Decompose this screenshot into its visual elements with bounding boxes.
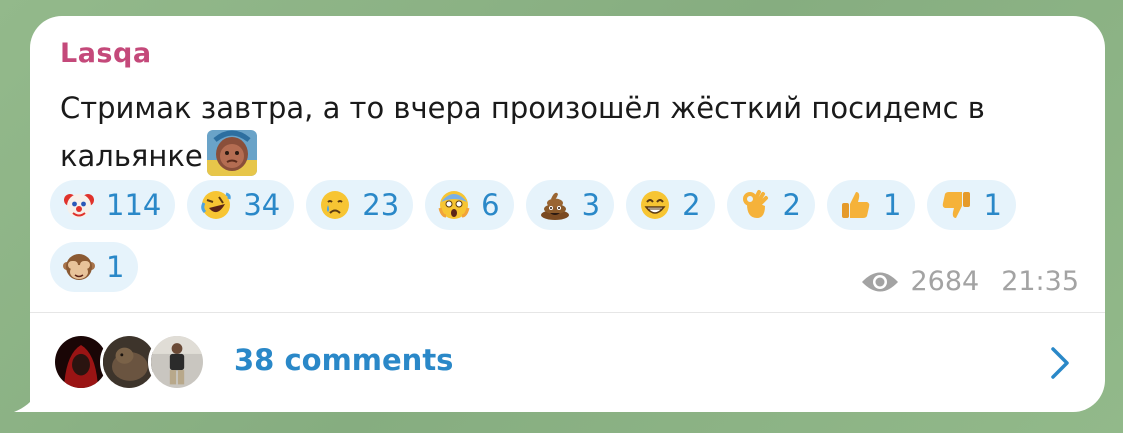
crying-face-icon — [321, 191, 350, 219]
reaction-count: 23 — [362, 188, 400, 222]
reaction-rofl[interactable]: 34 — [187, 180, 295, 230]
view-count: 2684 — [910, 266, 980, 297]
reaction-poo[interactable]: 3 — [525, 180, 615, 230]
comments-label: 38 comments — [234, 343, 454, 377]
message-bubble: Lasqa Стримак завтра, а то вчера произош… — [14, 16, 1105, 412]
reaction-count: 1 — [983, 188, 1002, 222]
message-time: 21:35 — [1001, 266, 1079, 297]
face-screaming-in-fear-icon — [438, 191, 470, 219]
comments-button[interactable]: 38 comments — [30, 313, 1105, 412]
reaction-crying[interactable]: 23 — [306, 180, 414, 230]
thumbs-up-icon — [841, 192, 870, 218]
reaction-clown[interactable]: 114 — [50, 180, 176, 230]
see-no-evil-monkey-icon — [63, 254, 95, 280]
message-author[interactable]: Lasqa — [60, 38, 152, 69]
reaction-count: 2 — [682, 188, 701, 222]
reaction-monkey[interactable]: 1 — [50, 242, 139, 292]
reaction-count: 1 — [106, 250, 125, 284]
message-text-content: Стримак завтра, а то вчера произошёл жёс… — [60, 91, 985, 173]
reaction-count: 2 — [782, 188, 801, 222]
reaction-ok[interactable]: 2 — [726, 180, 815, 230]
rolling-on-floor-laughing-icon — [201, 191, 232, 219]
reaction-count: 114 — [106, 188, 162, 222]
thumbs-down-icon — [943, 192, 971, 218]
reaction-thumbs-up[interactable]: 1 — [826, 180, 916, 230]
eye-icon — [862, 272, 899, 291]
reaction-count: 34 — [243, 188, 281, 222]
message-text: Стримак завтра, а то вчера произошёл жёс… — [60, 86, 1050, 178]
reaction-thumbs-down[interactable]: 1 — [927, 180, 1016, 230]
commenter-avatars — [52, 333, 212, 391]
message-meta: 2684 21:35 — [860, 266, 1079, 297]
custom-emoji-baby-sticker[interactable] — [206, 130, 257, 176]
reaction-count: 1 — [882, 188, 902, 222]
reaction-count: 3 — [581, 188, 601, 222]
reaction-screaming[interactable]: 6 — [425, 180, 514, 230]
reaction-count: 6 — [481, 188, 500, 222]
reaction-grin[interactable]: 2 — [626, 180, 715, 230]
chevron-right-icon — [1051, 347, 1069, 379]
pile-of-poo-icon — [540, 192, 569, 220]
avatar — [148, 333, 206, 391]
clown-face-icon — [64, 194, 94, 218]
ok-hand-icon — [742, 190, 768, 218]
beaming-face-icon — [641, 191, 670, 219]
